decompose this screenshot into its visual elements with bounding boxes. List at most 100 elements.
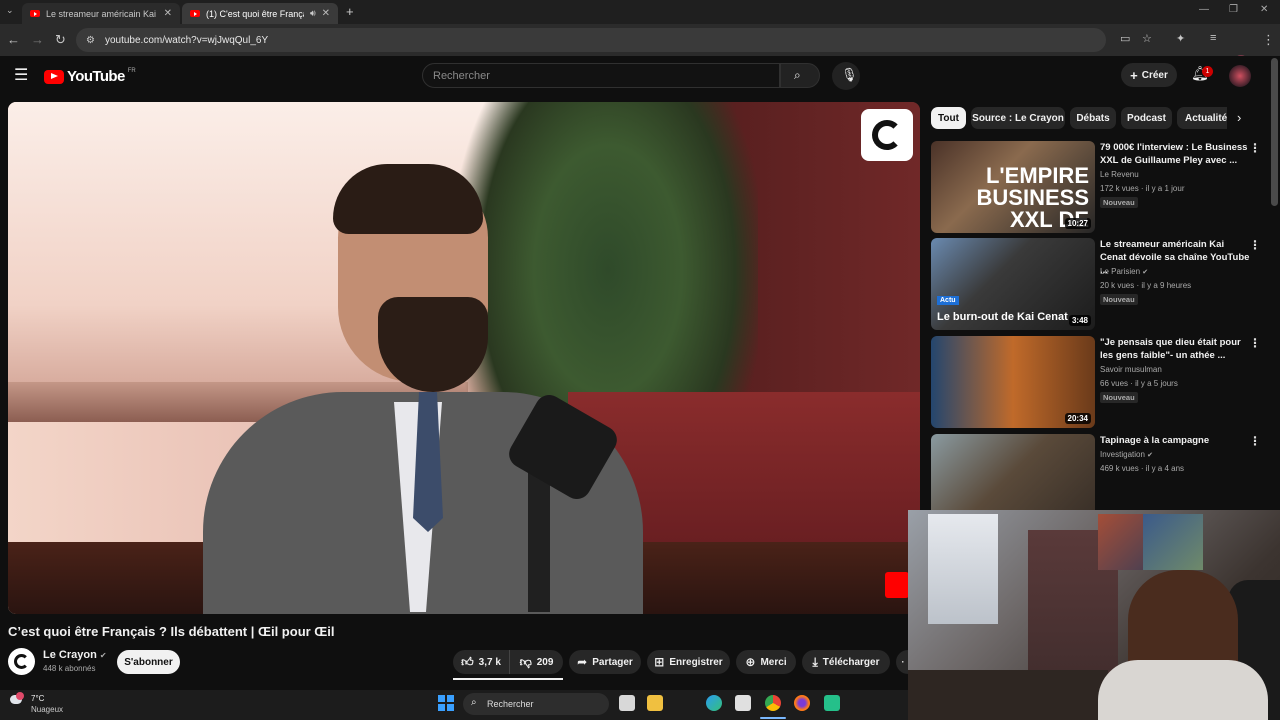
thanks-button[interactable]: ⊕ Merci [736, 650, 796, 674]
rec-meta: 66 vues · il y a 5 jours [1100, 379, 1178, 388]
thanks-label: Merci [760, 656, 787, 668]
bookmark-star-icon[interactable]: ☆ [1142, 32, 1152, 45]
download-label: Télécharger [822, 656, 880, 668]
channel-name-text: Le Crayon [43, 649, 97, 661]
reload-icon[interactable]: ↻ [55, 32, 66, 48]
save-button[interactable]: ⊞ Enregistrer [647, 650, 730, 674]
webcam-poster [1143, 514, 1203, 570]
dislike-count: 209 [536, 656, 554, 668]
new-tab-icon[interactable]: + [346, 4, 354, 19]
subscribe-button[interactable]: S'abonner [117, 650, 180, 674]
video-thumbnail[interactable]: Actu Le burn-out de Kai Cenat 3:48 [931, 238, 1095, 330]
minimize-icon[interactable]: — [1199, 4, 1209, 15]
rec-channel[interactable]: Le Parisien ✔ [1100, 267, 1148, 276]
rec-title: "Je pensais que dieu était pour les gens… [1100, 337, 1241, 361]
browser-menu-icon[interactable]: ⋮ [1262, 32, 1275, 48]
video-thumbnail[interactable]: 20:34 [931, 336, 1095, 428]
thanks-icon: ⊕ [745, 655, 756, 669]
rec-title: 79 000€ l'interview : Le Business XXL de… [1100, 142, 1248, 166]
app-icon[interactable] [824, 695, 840, 711]
account-avatar[interactable] [1229, 65, 1251, 87]
back-icon[interactable]: ← [7, 32, 20, 47]
chip-podcast[interactable]: Podcast [1121, 107, 1172, 129]
browser-tab-1[interactable]: Le streameur américain Kai Cen ✕ [22, 3, 180, 24]
url-text: youtube.com/watch?v=wjJwqQul_6Y [104, 34, 269, 46]
search-icon: ⌕ [794, 68, 801, 82]
chip-all[interactable]: Tout [931, 107, 966, 129]
audio-playing-icon[interactable]: 🔊︎ [310, 8, 316, 19]
save-label: Enregistrer [669, 656, 723, 668]
verified-icon: ✔ [1142, 269, 1149, 276]
reading-list-icon[interactable]: ≡ [1210, 32, 1216, 44]
more-vert-icon[interactable]: ⋮ [1249, 238, 1261, 252]
rec-meta: 20 k vues · il y a 9 heures [1100, 281, 1192, 290]
download-button[interactable]: ⤓ Télécharger [802, 650, 890, 674]
address-bar[interactable]: ⚙ youtube.com/watch?v=wjJwqQul_6Y [76, 28, 1106, 52]
video-title: C’est quoi être Français ? Ils débattent… [8, 624, 335, 639]
chip-actualite[interactable]: Actualité [1177, 107, 1227, 129]
video-thumbnail[interactable] [931, 434, 1095, 510]
chip-debates[interactable]: Débats [1070, 107, 1116, 129]
recommendation-item[interactable]: Actu Le burn-out de Kai Cenat 3:48 Le st… [931, 238, 1261, 332]
hamburger-menu-icon[interactable]: ☰ [14, 65, 28, 85]
new-badge: Nouveau [1100, 197, 1138, 208]
dislike-button[interactable]: 👎︎ 209 [509, 650, 563, 674]
windows-start-icon[interactable] [438, 695, 454, 711]
page-scrollbar[interactable] [1271, 58, 1278, 206]
youtube-favicon-icon [190, 10, 200, 17]
more-vert-icon[interactable]: ⋮ [1249, 141, 1261, 155]
like-button[interactable]: 👍︎ 3,7 k [453, 650, 509, 674]
youtube-watermark-icon[interactable] [885, 572, 909, 598]
recommendation-item[interactable]: L'EMPIRE BUSINESS XXL DE LEGEND 10:27 79… [931, 141, 1261, 235]
webcam-overlay [908, 510, 1280, 720]
share-button[interactable]: ➦ Partager [569, 650, 641, 674]
task-view-icon[interactable] [619, 695, 635, 711]
more-vert-icon[interactable]: ⋮ [1249, 434, 1261, 448]
rec-channel[interactable]: Investigation ✔ [1100, 450, 1153, 459]
channel-name[interactable]: Le Crayon ✔ [43, 649, 107, 661]
close-window-icon[interactable]: ✕ [1260, 4, 1268, 15]
file-explorer-icon[interactable] [647, 695, 663, 711]
taskbar-search[interactable]: ⌕ Rechercher [463, 693, 609, 715]
thumbs-up-icon: 👍︎ [461, 654, 474, 669]
firefox-icon[interactable] [794, 695, 810, 711]
extensions-icon[interactable]: ✦ [1176, 32, 1185, 45]
duration-badge: 3:48 [1068, 315, 1091, 326]
close-tab-icon[interactable]: ✕ [164, 8, 172, 19]
tab-menu-icon[interactable]: ⌄ [6, 5, 14, 16]
thumb-tag: Actu [937, 296, 959, 305]
rec-channel[interactable]: Le Revenu [1100, 170, 1139, 179]
cast-icon[interactable]: ▭ [1120, 32, 1130, 45]
rec-channel-text: Investigation [1100, 450, 1145, 459]
new-badge: Nouveau [1100, 392, 1138, 403]
forward-icon[interactable]: → [31, 32, 44, 47]
rec-title: Tapinage à la campagne [1100, 435, 1210, 446]
video-thumbnail[interactable]: L'EMPIRE BUSINESS XXL DE LEGEND 10:27 [931, 141, 1095, 233]
site-info-icon[interactable]: ⚙ [86, 35, 95, 46]
youtube-logo[interactable]: YouTube FR [44, 68, 136, 85]
more-vert-icon[interactable]: ⋮ [1249, 336, 1261, 350]
close-tab-icon[interactable]: ✕ [322, 8, 330, 19]
chrome-icon[interactable] [765, 695, 781, 711]
recommendation-item[interactable]: 20:34 "Je pensais que dieu était pour le… [931, 336, 1261, 430]
weather-cloud-icon[interactable] [10, 692, 26, 706]
webcam-desk [908, 670, 1108, 720]
edge-icon[interactable] [706, 695, 722, 711]
voice-search-button[interactable]: 🎙︎ [832, 62, 860, 90]
rec-channel[interactable]: Savoir musulman [1100, 365, 1162, 374]
create-button[interactable]: + Créer [1121, 63, 1177, 87]
search-input[interactable]: Rechercher [422, 63, 780, 88]
youtube-header: ☰ YouTube FR Rechercher ⌕ 🔔︎ 1 [0, 56, 1280, 96]
browser-tab-2[interactable]: (1) C'est quoi être Français 🔊︎ ✕ [182, 3, 338, 24]
video-player[interactable] [8, 102, 920, 614]
create-label: Créer [1141, 69, 1168, 81]
verified-icon: ✔ [1147, 452, 1154, 459]
recommendation-item[interactable]: Tapinage à la campagne Investigation ✔ 4… [931, 434, 1261, 510]
windows-taskbar: ⌕ Rechercher [0, 690, 908, 720]
channel-avatar[interactable] [8, 648, 35, 675]
chevron-right-icon[interactable]: › [1237, 110, 1241, 125]
store-icon[interactable] [735, 695, 751, 711]
chip-source[interactable]: Source : Le Crayon [971, 107, 1065, 129]
search-button[interactable]: ⌕ [780, 63, 820, 88]
restore-icon[interactable]: ❐ [1229, 4, 1238, 15]
